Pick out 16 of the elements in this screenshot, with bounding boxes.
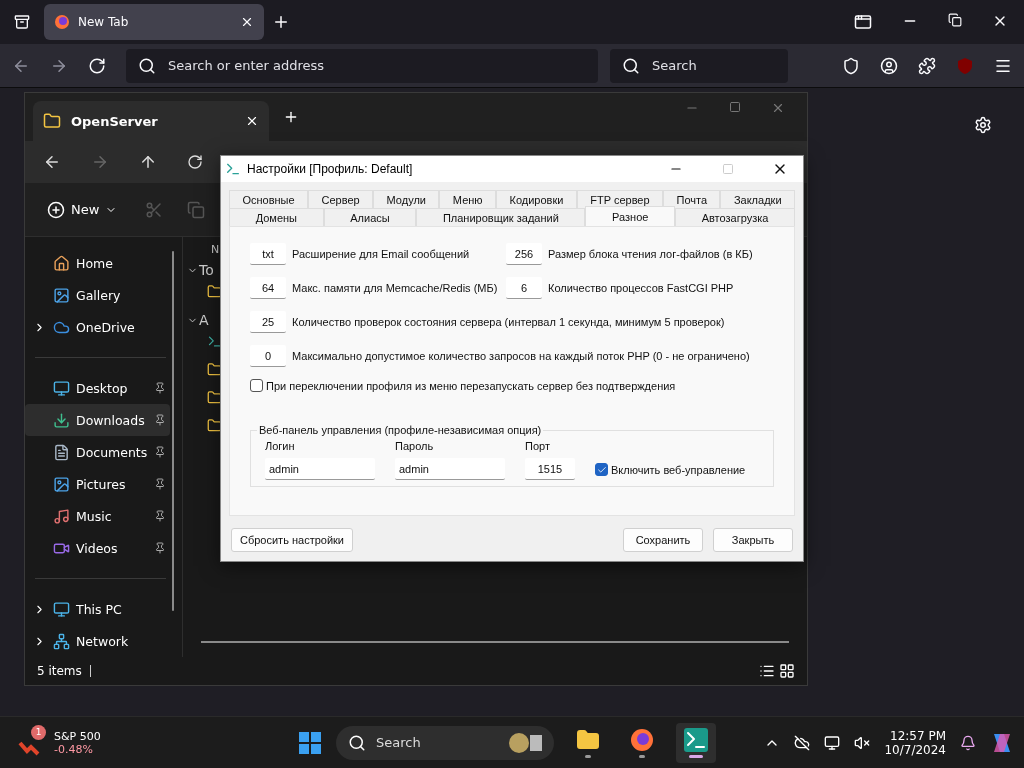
field-label: Логин <box>265 440 296 452</box>
column-header: N <box>210 243 220 256</box>
group-title: Веб-панель управления (профиле-независимая опция) <box>258 424 543 436</box>
field-label: Пароль <box>395 440 435 452</box>
setting-label: Максимально допустимое количество запросов на каждый поток PHP (0 - не ограничено) <box>292 350 750 362</box>
setting-label: Количество процессов FastCGI PHP <box>548 282 734 294</box>
dialog-title: Настройки [Профиль: Default] <box>247 162 414 176</box>
setting-label: Макс. памяти для Memcache/Redis (МБ) <box>292 282 498 294</box>
setting-label: Размер блока чтения лог-файлов (в КБ) <box>548 248 753 260</box>
setting-label: Расширение для Email сообщений <box>292 248 470 260</box>
widget-title: S&P 500 <box>54 729 101 743</box>
widget-change: -0.48% <box>54 742 94 756</box>
setting-label: Количество проверок состояния сервера (интервал 1 секунда, минимум 5 проверок) <box>292 316 725 328</box>
item-count: 5 items <box>37 664 82 678</box>
field-label: Порт <box>525 440 551 452</box>
notification-badge: 1 <box>31 724 46 740</box>
